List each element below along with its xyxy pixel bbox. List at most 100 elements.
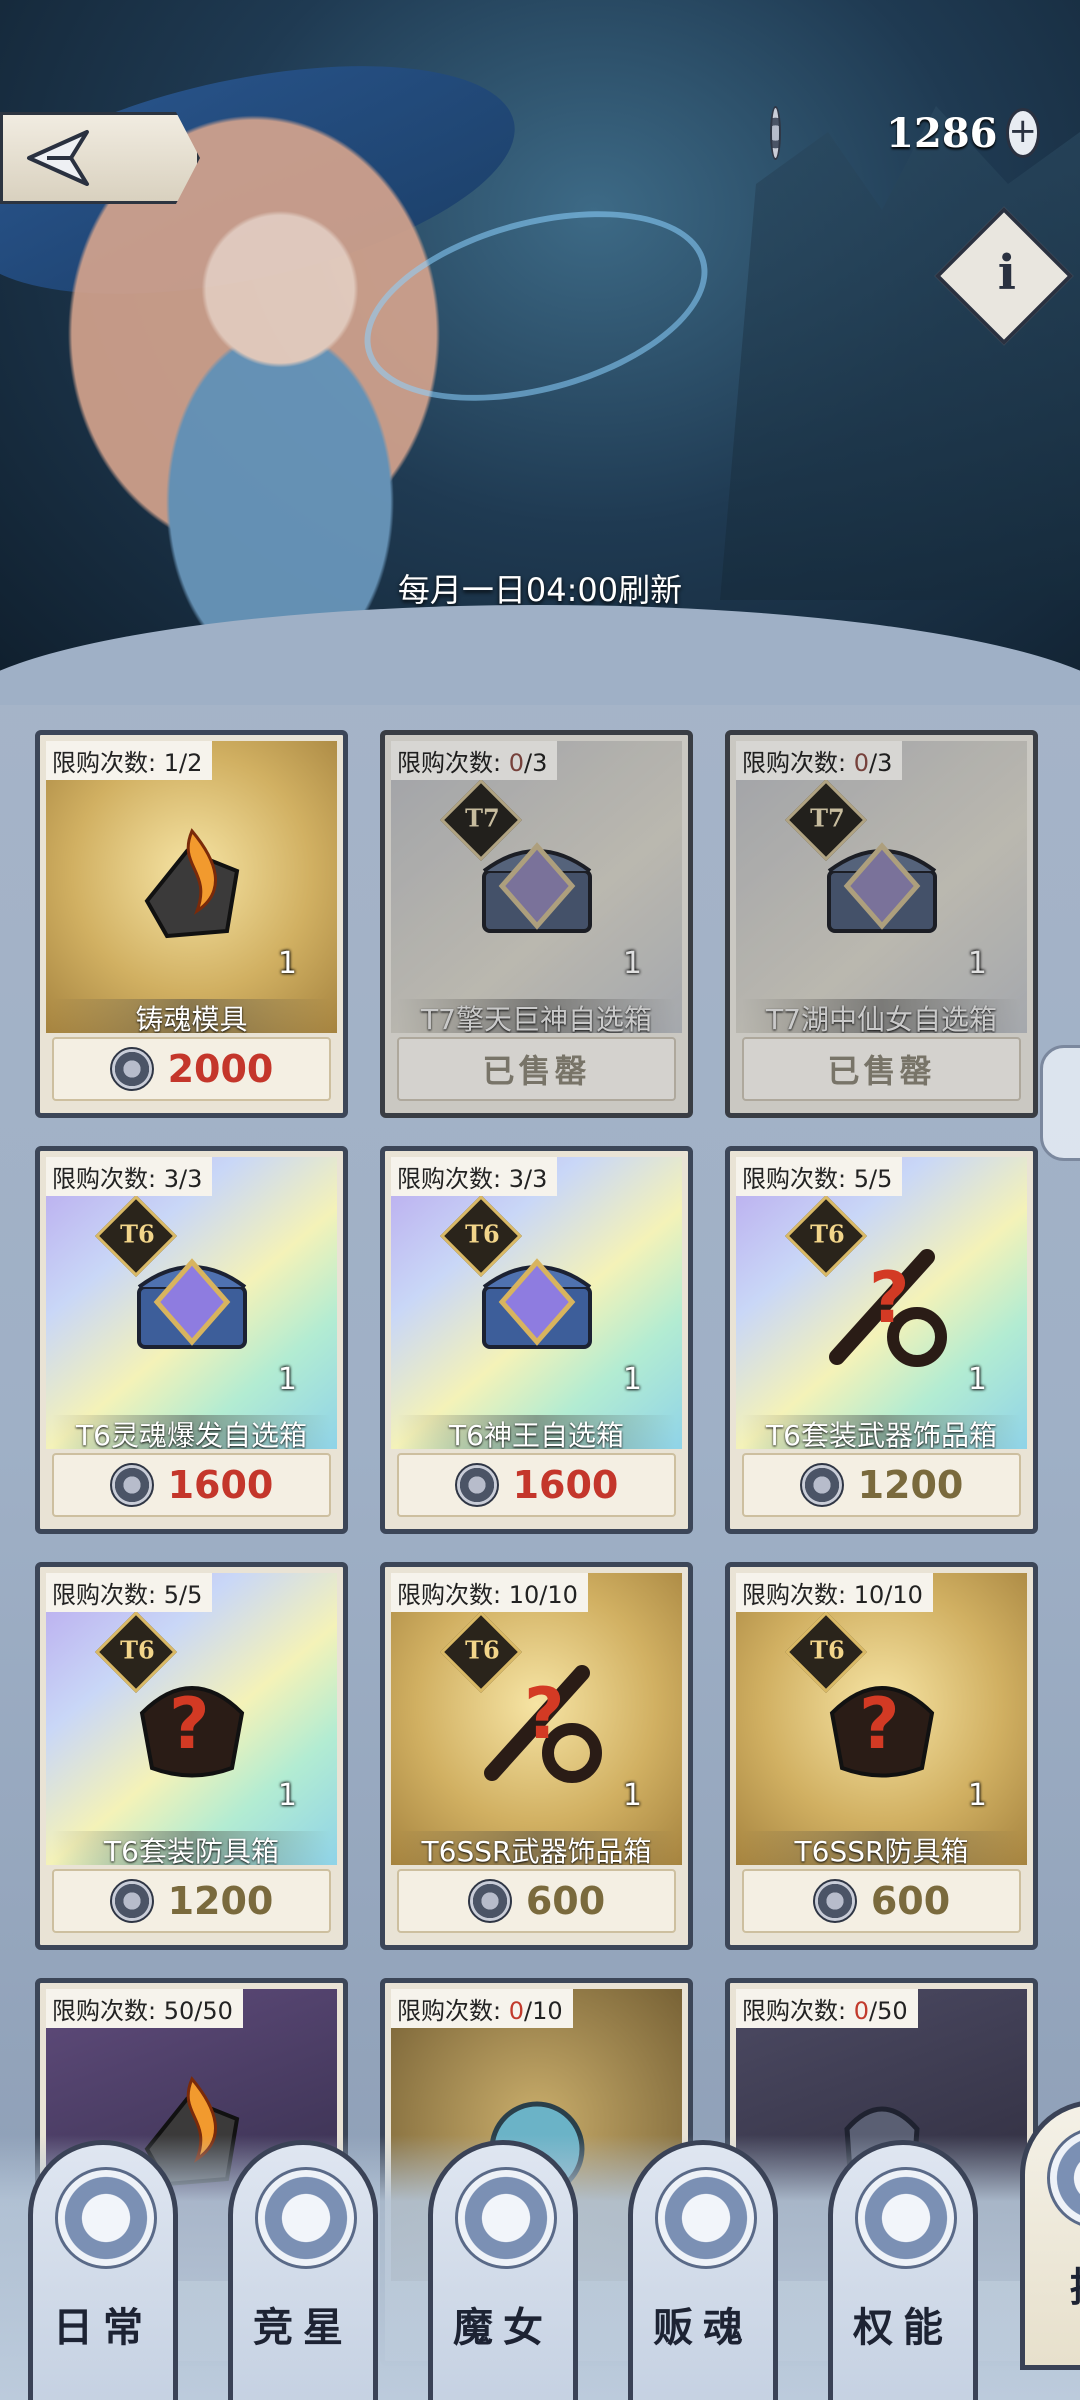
shop-item-card[interactable]: T6 1 T6灵魂爆发自选箱 限购次数: 3/3 1600: [35, 1146, 348, 1534]
purchase-limit: 限购次数: 5/5: [736, 1157, 903, 1196]
info-icon: i: [997, 245, 1016, 302]
shop-item-card[interactable]: T7 1 T7湖中仙女自选箱 限购次数: 0/3 已售罄: [725, 730, 1038, 1118]
buy-button[interactable]: 2000: [52, 1037, 331, 1101]
back-button[interactable]: [0, 112, 200, 204]
limit-prefix: 限购次数:: [742, 1997, 854, 2025]
notice-line-2: 更高级的商品会跟随风穴地图的解锁而上架: [226, 626, 854, 665]
tab-3[interactable]: 贩魂: [628, 2140, 778, 2400]
chest-icon: [462, 1227, 612, 1377]
buy-button[interactable]: 1200: [742, 1453, 1021, 1517]
limit-prefix: 限购次数:: [742, 1581, 854, 1609]
item-name: T7湖中仙女自选箱: [742, 999, 1021, 1033]
purchase-limit: 限购次数: 10/10: [736, 1573, 933, 1612]
tab-emblem-icon: [655, 2167, 757, 2269]
tab-emblem-icon: [55, 2167, 157, 2269]
currency-display: 1286 +: [770, 104, 1040, 162]
limit-used: 0: [853, 1997, 869, 2025]
tab-emblem-icon: [255, 2167, 357, 2269]
sold-out-bar: 已售罄: [397, 1037, 676, 1101]
tab-4[interactable]: 权能: [828, 2140, 978, 2400]
item-art-background: T6 1 T6神王自选箱: [391, 1157, 682, 1449]
limit-prefix: 限购次数:: [397, 1581, 509, 1609]
item-price: 600: [525, 1879, 606, 1923]
tab-1[interactable]: 竞星: [228, 2140, 378, 2400]
purchase-limit: 限购次数: 50/50: [46, 1989, 243, 2028]
purchase-limit: 限购次数: 3/3: [391, 1157, 558, 1196]
item-name: T6套装武器饰品箱: [742, 1415, 1021, 1449]
buy-button[interactable]: 600: [742, 1869, 1021, 1933]
limit-prefix: 限购次数:: [397, 1997, 509, 2025]
tab-label: 掘: [1025, 2255, 1080, 2313]
limit-prefix: 限购次数:: [52, 1997, 164, 2025]
limit-total: /10: [884, 1581, 923, 1609]
item-art-background: T6 1 T6灵魂爆发自选箱: [46, 1157, 337, 1449]
purchase-limit: 限购次数: 10/10: [391, 1573, 588, 1612]
tab-5[interactable]: 掘: [1020, 2100, 1080, 2370]
buy-button[interactable]: 1600: [52, 1453, 331, 1517]
item-art-background: T7 1 T7湖中仙女自选箱: [736, 741, 1027, 1033]
item-price: 1600: [512, 1463, 619, 1507]
tab-0[interactable]: 日常: [28, 2140, 178, 2400]
sold-out-bar: 已售罄: [742, 1037, 1021, 1101]
notice-line-1: 每月一日04:00刷新: [397, 571, 683, 609]
back-arrow-icon: [27, 130, 89, 186]
limit-total: /3: [524, 1165, 548, 1193]
buy-button[interactable]: 1600: [397, 1453, 676, 1517]
purchase-limit: 限购次数: 0/3: [391, 741, 558, 780]
limit-prefix: 限购次数:: [742, 749, 854, 777]
chest-icon: [117, 1227, 267, 1377]
chest-icon: [807, 811, 957, 961]
limit-prefix: 限购次数:: [52, 749, 164, 777]
purchase-limit: 限购次数: 0/10: [391, 1989, 573, 2028]
add-currency-button[interactable]: +: [1005, 108, 1040, 158]
item-art-background: T7 1 T7擎天巨神自选箱: [391, 741, 682, 1033]
sold-out-label: 已售罄: [827, 1052, 936, 1090]
item-quantity: 1: [277, 1362, 297, 1397]
item-quantity: 1: [622, 1362, 642, 1397]
limit-prefix: 限购次数:: [397, 749, 509, 777]
refresh-notice: 每月一日04:00刷新 更高级的商品会跟随风穴地图的解锁而上架: [0, 565, 1080, 667]
buy-button[interactable]: 600: [397, 1869, 676, 1933]
item-price: 1600: [167, 1463, 274, 1507]
shop-item-card[interactable]: T7 1 T7擎天巨神自选箱 限购次数: 0/3 已售罄: [380, 730, 693, 1118]
shop-item-card[interactable]: 1 铸魂模具 限购次数: 1/2 2000: [35, 730, 348, 1118]
shop-item-card[interactable]: T6? 1 T6套装防具箱 限购次数: 5/5 1200: [35, 1562, 348, 1950]
item-quantity: 1: [622, 946, 642, 981]
shop-item-card[interactable]: T6? 1 T6套装武器饰品箱 限购次数: 5/5 1200: [725, 1146, 1038, 1534]
limit-used: 5: [853, 1165, 869, 1193]
purchase-limit: 限购次数: 5/5: [46, 1573, 213, 1612]
limit-total: /3: [179, 1165, 203, 1193]
shop-item-card[interactable]: T6? 1 T6SSR防具箱 限购次数: 10/10 600: [725, 1562, 1038, 1950]
item-quantity: 1: [277, 946, 297, 981]
soul-coin-icon: [109, 1463, 154, 1507]
shop-item-card[interactable]: T6? 1 T6SSR武器饰品箱 限购次数: 10/10 600: [380, 1562, 693, 1950]
buy-button[interactable]: 1200: [52, 1869, 331, 1933]
purchase-limit: 限购次数: 3/3: [46, 1157, 213, 1196]
soul-coin-icon: [770, 106, 782, 160]
shop-screen: 1286 + i 每月一日04:00刷新 更高级的商品会跟随风穴地图的解锁而上架…: [0, 0, 1080, 2400]
limit-prefix: 限购次数:: [742, 1165, 854, 1193]
soul-coin-icon: [799, 1463, 844, 1507]
limit-total: /2: [179, 749, 203, 777]
item-name: T6SSR武器饰品箱: [397, 1831, 676, 1865]
shop-item-card[interactable]: T6 1 T6神王自选箱 限购次数: 3/3 1600: [380, 1146, 693, 1534]
limit-total: /3: [524, 749, 548, 777]
limit-used: 3: [508, 1165, 524, 1193]
item-name: T6套装防具箱: [52, 1831, 331, 1865]
tab-emblem-icon: [455, 2167, 557, 2269]
limit-prefix: 限购次数:: [52, 1581, 164, 1609]
limit-total: /50: [869, 1997, 908, 2025]
item-art-background: 1 铸魂模具: [46, 741, 337, 1033]
limit-total: /10: [524, 1997, 563, 2025]
side-drawer-tab[interactable]: [1040, 1045, 1080, 1161]
limit-used: 3: [163, 1165, 179, 1193]
limit-total: /50: [194, 1997, 233, 2025]
limit-total: /5: [869, 1165, 893, 1193]
item-name: T7擎天巨神自选箱: [397, 999, 676, 1033]
chest-icon: [462, 811, 612, 961]
tab-label: 权能: [853, 2305, 953, 2351]
soul-forge-mold-icon: [117, 811, 267, 961]
item-price: 600: [870, 1879, 951, 1923]
tab-2[interactable]: 魔女: [428, 2140, 578, 2400]
limit-prefix: 限购次数:: [52, 1165, 164, 1193]
